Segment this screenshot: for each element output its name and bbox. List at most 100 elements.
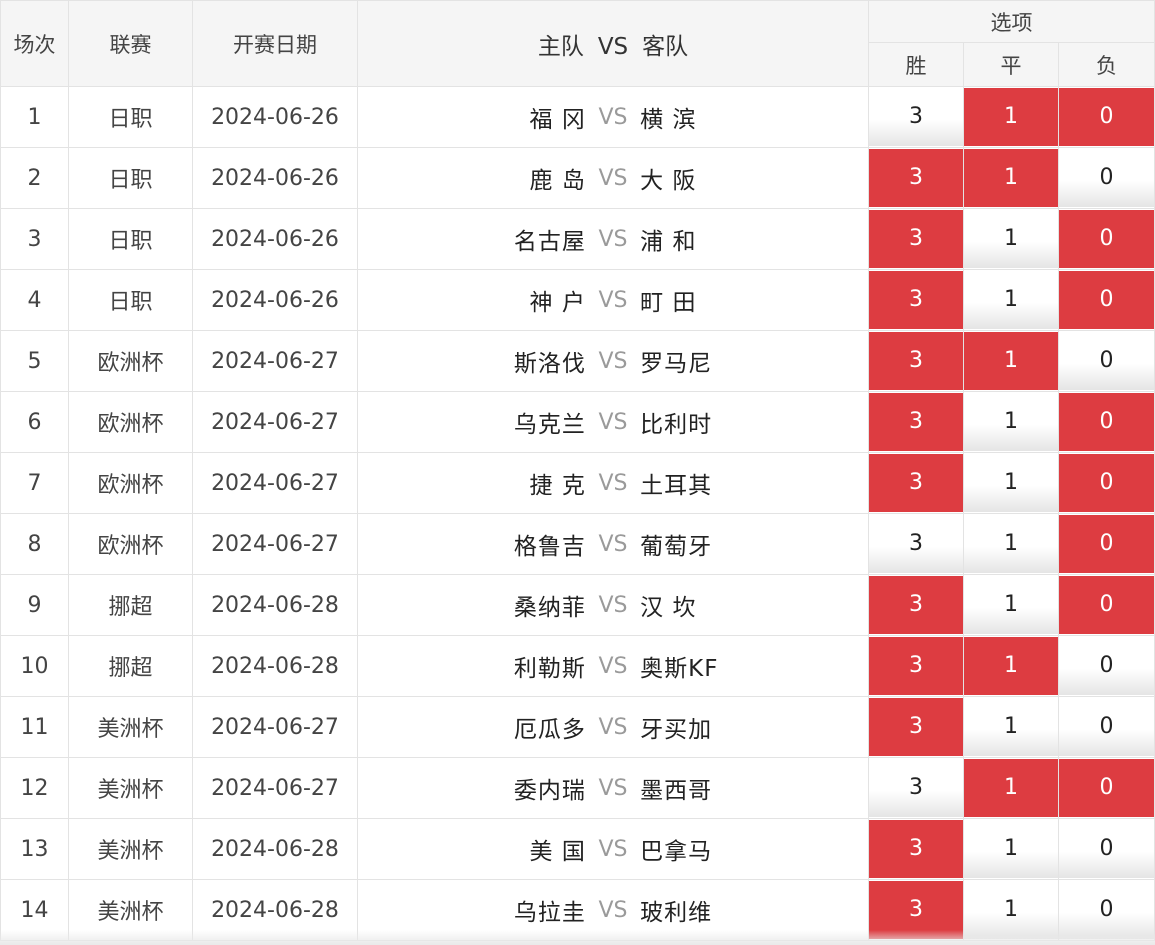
draw-option-button[interactable]: 1 — [964, 820, 1058, 878]
vs-label: VS — [598, 531, 628, 557]
row-match: 委内瑞 VS 墨西哥 — [357, 757, 869, 819]
vs-label: VS — [598, 836, 628, 862]
draw-option-button[interactable]: 1 — [964, 759, 1058, 817]
loss-option-button[interactable]: 0 — [1059, 698, 1155, 756]
away-team: 汉 坎 — [640, 595, 697, 621]
loss-option-button[interactable]: 0 — [1059, 210, 1155, 268]
row-match: 福 冈 VS 横 滨 — [357, 86, 869, 148]
row-index: 8 — [0, 513, 69, 575]
home-team: 委内瑞 — [513, 778, 586, 804]
win-option-button[interactable]: 3 — [869, 88, 963, 146]
away-team: 牙买加 — [640, 717, 713, 743]
row-index: 12 — [0, 757, 69, 819]
home-team: 桑纳菲 — [513, 595, 586, 621]
draw-option-cell: 1 — [963, 452, 1059, 514]
win-option-button[interactable]: 3 — [869, 576, 963, 634]
win-option-button[interactable]: 3 — [869, 210, 963, 268]
loss-option-button[interactable]: 0 — [1059, 576, 1155, 634]
win-option-button[interactable]: 3 — [869, 698, 963, 756]
draw-option-cell: 1 — [963, 635, 1059, 697]
row-match: 桑纳菲 VS 汉 坎 — [357, 574, 869, 636]
table-row: 5 欧洲杯 2024-06-27 斯洛伐 VS 罗马尼 3 1 0 — [0, 330, 1155, 392]
loss-option-button[interactable]: 0 — [1059, 759, 1155, 817]
loss-option-cell: 0 — [1057, 391, 1155, 453]
row-match: 格鲁吉 VS 葡萄牙 — [357, 513, 869, 575]
draw-option-cell: 1 — [963, 574, 1059, 636]
draw-option-cell: 1 — [963, 208, 1059, 270]
row-date: 2024-06-26 — [192, 208, 358, 270]
loss-option-button[interactable]: 0 — [1059, 515, 1155, 573]
draw-option-button[interactable]: 1 — [964, 149, 1058, 207]
draw-option-cell: 1 — [963, 757, 1059, 819]
draw-option-button[interactable]: 1 — [964, 210, 1058, 268]
loss-option-button[interactable]: 0 — [1059, 820, 1155, 878]
row-league: 欧洲杯 — [68, 391, 193, 453]
win-option-button[interactable]: 3 — [869, 454, 963, 512]
table-row: 11 美洲杯 2024-06-27 厄瓜多 VS 牙买加 3 1 0 — [0, 696, 1155, 758]
win-option-button[interactable]: 3 — [869, 759, 963, 817]
draw-option-cell: 1 — [963, 86, 1059, 148]
draw-option-button[interactable]: 1 — [964, 637, 1058, 695]
draw-option-button[interactable]: 1 — [964, 393, 1058, 451]
loss-option-cell: 0 — [1057, 208, 1155, 270]
win-option-cell: 3 — [868, 818, 964, 880]
win-option-button[interactable]: 3 — [869, 820, 963, 878]
loss-option-button[interactable]: 0 — [1059, 149, 1155, 207]
vs-label: VS — [598, 897, 628, 923]
away-team: 墨西哥 — [640, 778, 713, 804]
row-index: 4 — [0, 269, 69, 331]
win-option-cell: 3 — [868, 391, 964, 453]
win-option-button[interactable]: 3 — [869, 332, 963, 390]
header-league: 联赛 — [68, 0, 193, 87]
win-option-button[interactable]: 3 — [869, 393, 963, 451]
draw-option-cell: 1 — [963, 696, 1059, 758]
away-team: 比利时 — [640, 412, 713, 438]
win-option-button[interactable]: 3 — [869, 637, 963, 695]
away-team: 巴拿马 — [640, 839, 713, 865]
win-option-cell: 3 — [868, 147, 964, 209]
draw-option-button[interactable]: 1 — [964, 576, 1058, 634]
vs-label: VS — [598, 409, 628, 435]
win-option-cell: 3 — [868, 696, 964, 758]
row-index: 1 — [0, 86, 69, 148]
table-row: 4 日职 2024-06-26 神 户 VS 町 田 310 — [0, 269, 1155, 331]
loss-option-cell: 0 — [1057, 452, 1155, 514]
row-index: 6 — [0, 391, 69, 453]
away-team: 土耳其 — [640, 473, 713, 499]
draw-option-button[interactable]: 1 — [964, 515, 1058, 573]
row-date: 2024-06-27 — [192, 330, 358, 392]
away-team: 玻利维 — [640, 900, 713, 926]
row-league: 日职 — [68, 269, 193, 331]
draw-option-button[interactable]: 1 — [964, 332, 1058, 390]
away-team: 葡萄牙 — [640, 534, 713, 560]
table-body: 1 日职 2024-06-26 福 冈 VS 横 滨 3 1 0 2 日职 2024-06-26 鹿 岛… — [0, 86, 1155, 941]
home-team: 名古屋 — [513, 229, 586, 255]
loss-option-button[interactable]: 0 — [1059, 271, 1155, 329]
row-index: 3 — [0, 208, 69, 270]
draw-option-button[interactable]: 1 — [964, 271, 1058, 329]
win-option-button[interactable]: 3 — [869, 271, 963, 329]
loss-option-button[interactable]: 0 — [1059, 88, 1155, 146]
loss-option-button[interactable]: 0 — [1059, 332, 1155, 390]
table-row: 9 挪超 2024-06-28 桑纳菲 VS 汉 坎 310 — [0, 574, 1155, 636]
draw-option-cell: 1 — [963, 513, 1059, 575]
win-option-button[interactable]: 3 — [869, 149, 963, 207]
loss-option-button[interactable]: 0 — [1059, 637, 1155, 695]
row-match: 利勒斯 VS 奥斯KF — [357, 635, 869, 697]
header-date: 开赛日期 — [192, 0, 358, 87]
home-team: 美 国 — [529, 839, 586, 865]
draw-option-button[interactable]: 1 — [964, 88, 1058, 146]
row-match: 乌克兰 VS 比利时 — [357, 391, 869, 453]
home-team: 乌克兰 — [513, 412, 586, 438]
loss-option-button[interactable]: 0 — [1059, 454, 1155, 512]
row-league: 美洲杯 — [68, 818, 193, 880]
table-row: 12 美洲杯 2024-06-27 委内瑞 VS 墨西哥 3 1 0 — [0, 757, 1155, 819]
loss-option-button[interactable]: 0 — [1059, 393, 1155, 451]
loss-option-cell: 0 — [1057, 330, 1155, 392]
row-league: 美洲杯 — [68, 696, 193, 758]
loss-option-cell: 0 — [1057, 269, 1155, 331]
draw-option-button[interactable]: 1 — [964, 698, 1058, 756]
win-option-cell: 3 — [868, 452, 964, 514]
draw-option-button[interactable]: 1 — [964, 454, 1058, 512]
win-option-button[interactable]: 3 — [869, 515, 963, 573]
